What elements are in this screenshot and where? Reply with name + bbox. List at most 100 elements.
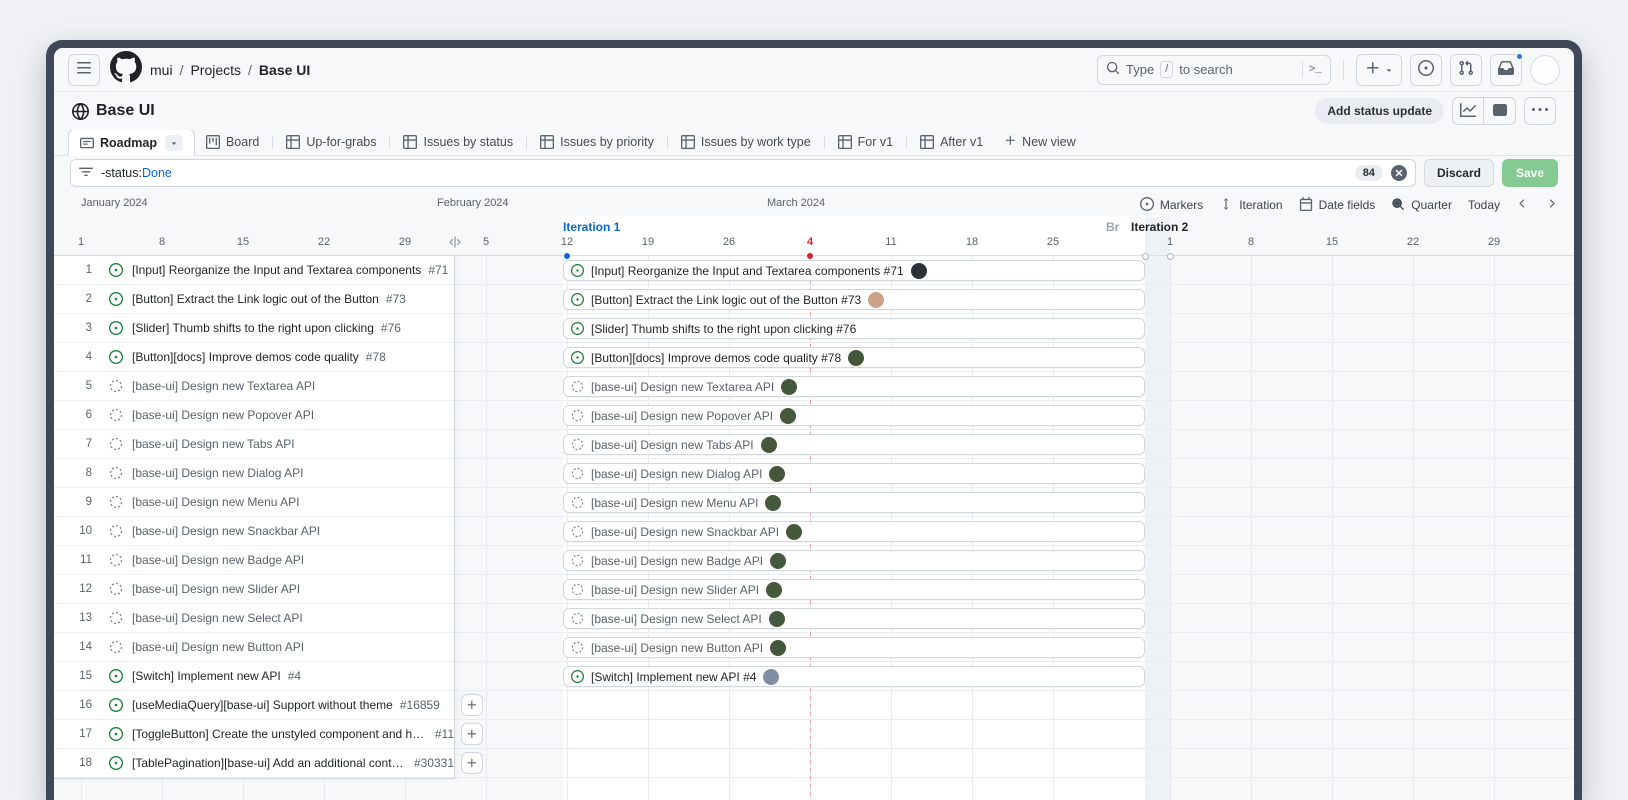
item-title: [useMediaQuery][base-ui] Support without…: [132, 698, 393, 712]
clear-filter-button[interactable]: [1391, 165, 1407, 181]
chevron-right-icon: [1545, 197, 1558, 213]
add-item-button[interactable]: [461, 694, 483, 716]
new-view-button[interactable]: New view: [994, 129, 1086, 155]
markers-control[interactable]: Markers: [1140, 197, 1203, 214]
tab-board[interactable]: Board: [195, 129, 270, 155]
roadmap-pill[interactable]: [base-ui] Design new Popover API: [563, 405, 1145, 426]
assignee-avatar: [848, 350, 864, 366]
table-row[interactable]: 16[useMediaQuery][base-ui] Support witho…: [54, 691, 454, 720]
breadcrumb-org[interactable]: mui: [150, 62, 173, 78]
inbox-button[interactable]: [1490, 54, 1522, 86]
tab-issues-by-status[interactable]: Issues by status: [392, 129, 524, 155]
kebab-icon: [1532, 102, 1548, 121]
roadmap-pill[interactable]: [Button][docs] Improve demos code qualit…: [563, 347, 1145, 368]
table-row[interactable]: 17[ToggleButton] Create the unstyled com…: [54, 720, 454, 749]
item-title: [base-ui] Design new Menu API: [132, 495, 299, 509]
tab-options-button[interactable]: [165, 135, 183, 151]
roadmap-pill[interactable]: [base-ui] Design new Snackbar API: [563, 521, 1145, 542]
tab-for-v1[interactable]: For v1: [827, 129, 904, 155]
graph-icon: [1460, 102, 1476, 121]
roadmap-pill[interactable]: [base-ui] Design new Dialog API: [563, 463, 1145, 484]
table-row[interactable]: 15[Switch] Implement new API#4: [54, 662, 454, 691]
iteration-sort-control[interactable]: Iteration: [1219, 197, 1282, 214]
row-number: 11: [54, 554, 92, 566]
table-row[interactable]: 9[base-ui] Design new Menu API: [54, 488, 454, 517]
roadmap-pill[interactable]: [base-ui] Design new Menu API: [563, 492, 1145, 513]
command-palette-icon[interactable]: >_: [1309, 64, 1322, 76]
table-row[interactable]: 6[base-ui] Design new Popover API: [54, 401, 454, 430]
table-row[interactable]: 13[base-ui] Design new Select API: [54, 604, 454, 633]
roadmap-pill[interactable]: [Button] Extract the Link logic out of t…: [563, 289, 1145, 310]
sort-icon: [1219, 197, 1233, 214]
assignee-avatar: [765, 495, 781, 511]
item-title: [base-ui] Design new Dialog API: [132, 466, 303, 480]
tab-roadmap[interactable]: Roadmap: [68, 129, 195, 156]
table-row[interactable]: 2[Button] Extract the Link logic out of …: [54, 285, 454, 314]
pill-title: [base-ui] Design new Button API: [591, 641, 763, 655]
project-menu-button[interactable]: [1524, 97, 1556, 125]
filter-input[interactable]: -status:Done 84: [70, 159, 1416, 187]
table-row[interactable]: 7[base-ui] Design new Tabs API: [54, 430, 454, 459]
roadmap-pill[interactable]: [base-ui] Design new Textarea API: [563, 376, 1145, 397]
tab-after-v1[interactable]: After v1: [909, 129, 994, 155]
github-logo-icon[interactable]: [110, 54, 142, 86]
scroll-left-button[interactable]: [1516, 197, 1529, 213]
breadcrumb-projects[interactable]: Projects: [190, 62, 241, 78]
issues-button[interactable]: [1410, 54, 1442, 86]
tab-up-for-grabs[interactable]: Up-for-grabs: [275, 129, 387, 155]
search-input[interactable]: Type / to search >_: [1097, 55, 1331, 85]
row-number: 17: [54, 728, 92, 740]
add-status-update-button[interactable]: Add status update: [1315, 98, 1444, 124]
table-row[interactable]: 14[base-ui] Design new Button API: [54, 633, 454, 662]
tab-issues-by-work-type[interactable]: Issues by work type: [670, 129, 822, 155]
user-avatar[interactable]: [1530, 55, 1560, 85]
view-tabs: RoadmapBoardUp-for-grabsIssues by status…: [54, 130, 1574, 156]
table-view-icon: [540, 135, 554, 149]
assignee-avatar: [769, 466, 785, 482]
table-row[interactable]: 18[TablePagination][base-ui] Add an addi…: [54, 749, 454, 778]
table-row[interactable]: 12[base-ui] Design new Slider API: [54, 575, 454, 604]
roadmap-pill[interactable]: [base-ui] Design new Select API: [563, 608, 1145, 629]
roadmap-pill[interactable]: [Slider] Thumb shifts to the right upon …: [563, 318, 1145, 339]
table-row[interactable]: 10[base-ui] Design new Snackbar API: [54, 517, 454, 546]
item-title: [Button][docs] Improve demos code qualit…: [132, 350, 359, 364]
roadmap-pill[interactable]: [base-ui] Design new Tabs API: [563, 434, 1145, 455]
table-row[interactable]: 1[Input] Reorganize the Input and Textar…: [54, 256, 454, 285]
row-number: 3: [54, 322, 92, 334]
insights-panel-group: [1452, 97, 1516, 125]
table-row[interactable]: 4[Button][docs] Improve demos code quali…: [54, 343, 454, 372]
row-number: 13: [54, 612, 92, 624]
save-button[interactable]: Save: [1502, 159, 1558, 187]
roadmap-pill[interactable]: [base-ui] Design new Button API: [563, 637, 1145, 658]
roadmap-pill[interactable]: [Switch] Implement new API #4: [563, 666, 1145, 687]
breadcrumb-page[interactable]: Base UI: [259, 62, 310, 78]
pill-title: [Switch] Implement new API #4: [591, 670, 756, 684]
create-new-button[interactable]: [1356, 54, 1402, 86]
date-tick: 22: [1407, 236, 1419, 248]
add-item-button[interactable]: [461, 752, 483, 774]
column-resize-handle[interactable]: [447, 234, 463, 250]
roadmap-pill[interactable]: [base-ui] Design new Slider API: [563, 579, 1145, 600]
add-item-button[interactable]: [461, 723, 483, 745]
date-tick: 15: [237, 236, 249, 248]
assignee-avatar: [763, 669, 779, 685]
browser-window: mui / Projects / Base UI Type / to searc…: [46, 40, 1582, 800]
roadmap-pill[interactable]: [Input] Reorganize the Input and Textare…: [563, 260, 1145, 281]
roadmap-pill[interactable]: [base-ui] Design new Badge API: [563, 550, 1145, 571]
hamburger-menu-button[interactable]: [68, 54, 100, 86]
pull-requests-button[interactable]: [1450, 54, 1482, 86]
discard-button[interactable]: Discard: [1424, 159, 1494, 187]
table-row[interactable]: 11[base-ui] Design new Badge API: [54, 546, 454, 575]
side-panel-button[interactable]: [1484, 97, 1516, 125]
table-row[interactable]: 3[Slider] Thumb shifts to the right upon…: [54, 314, 454, 343]
insights-button[interactable]: [1452, 97, 1484, 125]
zoom-level-control[interactable]: Quarter: [1391, 197, 1452, 214]
table-row[interactable]: 5[base-ui] Design new Textarea API: [54, 372, 454, 401]
table-row[interactable]: 8 [base-ui] Design new Dialog API: [54, 459, 454, 488]
search-icon: [1106, 61, 1120, 78]
row-number: 8: [54, 467, 92, 479]
today-button[interactable]: Today: [1468, 198, 1500, 212]
date-fields-control[interactable]: Date fields: [1299, 197, 1376, 214]
scroll-right-button[interactable]: [1545, 197, 1558, 213]
tab-issues-by-priority[interactable]: Issues by priority: [529, 129, 665, 155]
